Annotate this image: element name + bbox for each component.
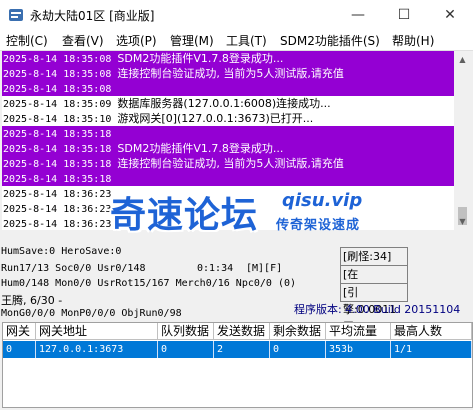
online-count-box: [在线:15/15/0] (340, 265, 408, 298)
cell-gateway-address: 127.0.0.1:3673 (36, 341, 158, 358)
log-message: 连接控制台验证成功, 当前为5人测试版,请充值 (117, 157, 344, 170)
col-avg-traffic[interactable]: 平均流量 (326, 323, 391, 340)
app-window: 永劫大陆01区 [商业版] — ☐ ✕ 控制(C) 查看(V) 选项(P) 管理… (0, 0, 473, 410)
watermark-url: qisu.vip (282, 190, 363, 211)
status-counts: Hum0/148 Mon0/0 UsrRot15/167 Merch0/16 N… (1, 278, 297, 289)
log-line[interactable]: 2025-8-14 18:35:18 (2, 171, 454, 186)
log-timestamp: 2025-8-14 18:35:18 (3, 129, 112, 140)
watermark-subtitle: 传奇架设速成 (276, 218, 361, 233)
program-version: 程序版本: 4.00 Build 20151104 (294, 303, 461, 316)
watermark-logo: 奇速论坛 qisu.vip 传奇架设速成 (110, 186, 410, 236)
col-gateway-address[interactable]: 网关地址 (36, 323, 158, 340)
title-bar[interactable]: 永劫大陆01区 [商业版] — ☐ ✕ (0, 0, 473, 30)
close-button[interactable]: ✕ (427, 0, 473, 30)
refresh-monster-box: [刷怪:34] (340, 247, 408, 266)
col-max-users[interactable]: 最高人数 (391, 323, 472, 340)
scroll-up-arrow-icon[interactable]: ▲ (454, 51, 471, 68)
status-save: HumSave:0 HeroSave:0 (1, 246, 122, 257)
log-line[interactable]: 2025-8-14 18:35:09 数据库服务器(127.0.0.1:6008… (2, 96, 454, 111)
log-timestamp: 2025-8-14 18:35:08 (3, 69, 112, 80)
log-line[interactable]: 2025-8-14 18:35:08 连接控制台验证成功, 当前为5人测试版,请… (2, 66, 454, 81)
status-monsters: MonG0/0/0 MonP0/0/0 ObjRun0/98 (1, 308, 182, 319)
app-icon (9, 9, 23, 21)
log-line[interactable]: 2025-8-14 18:35:18 SDM2功能插件V1.7.8登录成功... (2, 141, 454, 156)
status-flags: [M][F] (246, 263, 283, 274)
log-timestamp: 2025-8-14 18:35:09 (3, 99, 112, 110)
menu-help[interactable]: 帮助(H) (392, 32, 434, 49)
minimize-button[interactable]: — (335, 0, 381, 30)
scroll-down-arrow-icon[interactable]: ▼ (454, 213, 471, 230)
cell-remaining-data: 0 (270, 341, 326, 358)
status-run: Run17/13 Soc0/0 Usr0/148 (1, 263, 146, 274)
table-row[interactable]: 0 127.0.0.1:3673 0 2 0 353b 1/1 (3, 341, 472, 358)
log-message: SDM2功能插件V1.7.8登录成功... (117, 142, 284, 155)
menu-sdm2-plugin[interactable]: SDM2功能插件(S) (280, 32, 380, 49)
log-line[interactable]: 2025-8-14 18:35:10 游戏网关[0](127.0.0.1:367… (2, 111, 454, 126)
cell-max-users: 1/1 (391, 341, 472, 358)
log-timestamp: 2025-8-14 18:36:23 (3, 204, 112, 215)
watermark-text: 奇速论坛 (110, 195, 259, 236)
menu-options[interactable]: 选项(P) (116, 32, 157, 49)
log-timestamp: 2025-8-14 18:35:18 (3, 144, 112, 155)
menu-view[interactable]: 查看(V) (62, 32, 104, 49)
log-line[interactable]: 2025-8-14 18:35:18 连接控制台验证成功, 当前为5人测试版,请… (2, 156, 454, 171)
col-gateway[interactable]: 网关 (3, 323, 36, 340)
cell-send-data: 2 (214, 341, 270, 358)
col-queue-data[interactable]: 队列数据 (158, 323, 214, 340)
log-timestamp: 2025-8-14 18:36:23 (3, 189, 112, 200)
log-scrollbar[interactable]: ▲ ▼ (454, 51, 471, 230)
log-line[interactable]: 2025-8-14 18:35:08 SDM2功能插件V1.7.8登录成功... (2, 51, 454, 66)
status-player: 王腾, 6/30 - (1, 294, 63, 307)
log-timestamp: 2025-8-14 18:35:18 (3, 174, 112, 185)
col-send-data[interactable]: 发送数据 (214, 323, 270, 340)
status-uptime: 0:1:34 (197, 263, 234, 274)
log-line[interactable]: 2025-8-14 18:35:08 (2, 81, 454, 96)
gateway-table[interactable]: 网关 网关地址 队列数据 发送数据 剩余数据 平均流量 最高人数 0 127.0… (2, 322, 473, 408)
col-remaining-data[interactable]: 剩余数据 (270, 323, 326, 340)
log-timestamp: 2025-8-14 18:35:18 (3, 159, 112, 170)
log-timestamp: 2025-8-14 18:35:10 (3, 114, 112, 125)
log-message: 连接控制台验证成功, 当前为5人测试版,请充值 (117, 67, 344, 80)
log-line[interactable]: 2025-8-14 18:35:18 (2, 126, 454, 141)
engine-uptime-box: [引擎:0.0011天] (340, 283, 408, 333)
window-title: 永劫大陆01区 [商业版] (30, 9, 155, 23)
log-message: SDM2功能插件V1.7.8登录成功... (117, 52, 284, 65)
menu-control[interactable]: 控制(C) (6, 32, 48, 49)
cell-gateway: 0 (3, 341, 36, 358)
menu-tools[interactable]: 工具(T) (226, 32, 267, 49)
cell-avg-traffic: 353b (326, 341, 391, 358)
table-header: 网关 网关地址 队列数据 发送数据 剩余数据 平均流量 最高人数 (3, 323, 472, 341)
log-message: 游戏网关[0](127.0.0.1:3673)已打开... (117, 112, 314, 125)
log-message: 数据库服务器(127.0.0.1:6008)连接成功... (117, 97, 331, 110)
log-timestamp: 2025-8-14 18:36:23 (3, 219, 112, 230)
cell-queue-data: 0 (158, 341, 214, 358)
log-timestamp: 2025-8-14 18:35:08 (3, 84, 112, 95)
maximize-button[interactable]: ☐ (381, 0, 427, 30)
menu-bar: 控制(C) 查看(V) 选项(P) 管理(M) 工具(T) SDM2功能插件(S… (0, 30, 473, 51)
log-timestamp: 2025-8-14 18:35:08 (3, 54, 112, 65)
menu-manage[interactable]: 管理(M) (170, 32, 214, 49)
